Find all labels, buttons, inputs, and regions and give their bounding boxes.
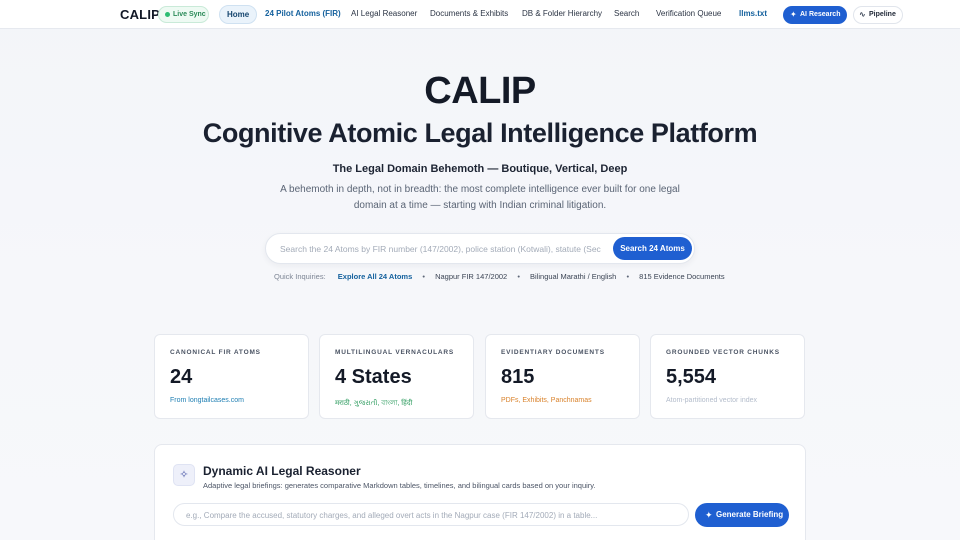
reasoner-query-input[interactable] bbox=[186, 509, 676, 521]
hero-tagline: The Legal Domain Behemoth — Boutique, Ve… bbox=[332, 163, 628, 175]
quick-inquiry-link[interactable]: 815 Evidence Documents bbox=[639, 272, 724, 281]
top-navbar: CALIP Live Sync Home 24 Pilot Atoms (FIR… bbox=[0, 0, 960, 29]
sparkle-icon: ✦ bbox=[790, 10, 797, 19]
live-sync-label: Live Sync bbox=[173, 11, 206, 18]
reasoner-title: Dynamic AI Legal Reasoner bbox=[203, 464, 361, 478]
quick-inquiries-label: Quick Inquiries: bbox=[274, 272, 326, 281]
nav-link-llms-txt[interactable]: llms.txt bbox=[739, 9, 767, 18]
status-dot-icon bbox=[165, 12, 170, 17]
ai-reasoner-panel: ✧ Dynamic AI Legal Reasoner Adaptive leg… bbox=[154, 444, 806, 540]
sparkles-icon: ✧ bbox=[173, 464, 195, 486]
bullet-separator: • bbox=[517, 272, 520, 281]
nav-link-verification-queue[interactable]: Verification Queue bbox=[656, 9, 721, 18]
search-atoms-button[interactable]: Search 24 Atoms bbox=[613, 237, 692, 260]
nav-link-db-folder-hierarchy[interactable]: DB & Folder Hierarchy bbox=[522, 9, 602, 18]
atom-search-input[interactable] bbox=[280, 242, 602, 256]
nav-link-ai-legal-reasoner[interactable]: AI Legal Reasoner bbox=[351, 9, 417, 18]
atom-search-bar: Search 24 Atoms bbox=[265, 233, 695, 264]
stat-value: 815 bbox=[501, 366, 535, 388]
stat-footnote: PDFs, Exhibits, Panchnamas bbox=[501, 397, 592, 404]
hero-subtitle: Cognitive Atomic Legal Intelligence Plat… bbox=[202, 118, 758, 148]
generate-briefing-button[interactable]: ✦ Generate Briefing bbox=[695, 503, 789, 527]
pipeline-label: Pipeline bbox=[869, 11, 896, 18]
stat-label: GROUNDED VECTOR CHUNKS bbox=[666, 349, 780, 356]
stat-label: CANONICAL FIR ATOMS bbox=[170, 349, 261, 356]
hero-description: A behemoth in depth, not in breadth: the… bbox=[280, 184, 680, 211]
stat-footnote: From longtailcases.com bbox=[170, 397, 244, 404]
reasoner-query-box bbox=[173, 503, 689, 526]
stat-card-documents: EVIDENTIARY DOCUMENTS 815 PDFs, Exhibits… bbox=[485, 334, 640, 419]
stat-card-vector-chunks: GROUNDED VECTOR CHUNKS 5,554 Atom-partit… bbox=[650, 334, 805, 419]
brand-logo[interactable]: CALIP bbox=[120, 7, 160, 22]
stat-footnote: मराठी, ગુજરાતી, বাংলা, हिंदी bbox=[335, 400, 413, 407]
ai-research-label: AI Research bbox=[800, 11, 841, 18]
nav-link-home[interactable]: Home bbox=[219, 5, 258, 24]
stat-label: MULTILINGUAL VERNACULARS bbox=[335, 349, 454, 356]
ai-research-button[interactable]: ✦ AI Research bbox=[783, 6, 847, 24]
pipeline-button[interactable]: ∿ Pipeline bbox=[853, 6, 903, 24]
live-sync-badge: Live Sync bbox=[158, 6, 209, 23]
reasoner-description: Adaptive legal briefings: generates comp… bbox=[203, 481, 596, 490]
sparkle-icon: ✦ bbox=[705, 510, 713, 520]
stat-label: EVIDENTIARY DOCUMENTS bbox=[501, 349, 605, 356]
quick-inquiries: Quick Inquiries: Explore All 24 Atoms • … bbox=[274, 272, 725, 281]
quick-inquiry-link[interactable]: Bilingual Marathi / English bbox=[530, 272, 616, 281]
stat-card-vernaculars: MULTILINGUAL VERNACULARS 4 States मराठी,… bbox=[319, 334, 474, 419]
bullet-separator: • bbox=[422, 272, 425, 281]
nav-link-documents-exhibits[interactable]: Documents & Exhibits bbox=[430, 9, 508, 18]
stat-value: 5,554 bbox=[666, 366, 717, 388]
nav-link-pilot-atoms[interactable]: 24 Pilot Atoms (FIR) bbox=[265, 9, 341, 18]
stat-card-fir-atoms: CANONICAL FIR ATOMS 24 From longtailcase… bbox=[154, 334, 309, 419]
bullet-separator: • bbox=[626, 272, 630, 281]
quick-inquiry-link[interactable]: Nagpur FIR 147/2002 bbox=[435, 272, 507, 281]
hero-title: CALIP bbox=[424, 70, 536, 112]
stat-value: 24 bbox=[170, 366, 193, 388]
quick-inquiry-link[interactable]: Explore All 24 Atoms bbox=[338, 272, 412, 281]
activity-icon: ∿ bbox=[859, 10, 866, 19]
stat-value: 4 States bbox=[335, 366, 412, 388]
stat-footnote: Atom-partitioned vector index bbox=[666, 397, 758, 404]
nav-link-search[interactable]: Search bbox=[614, 9, 639, 18]
generate-briefing-label: Generate Briefing bbox=[716, 510, 784, 519]
